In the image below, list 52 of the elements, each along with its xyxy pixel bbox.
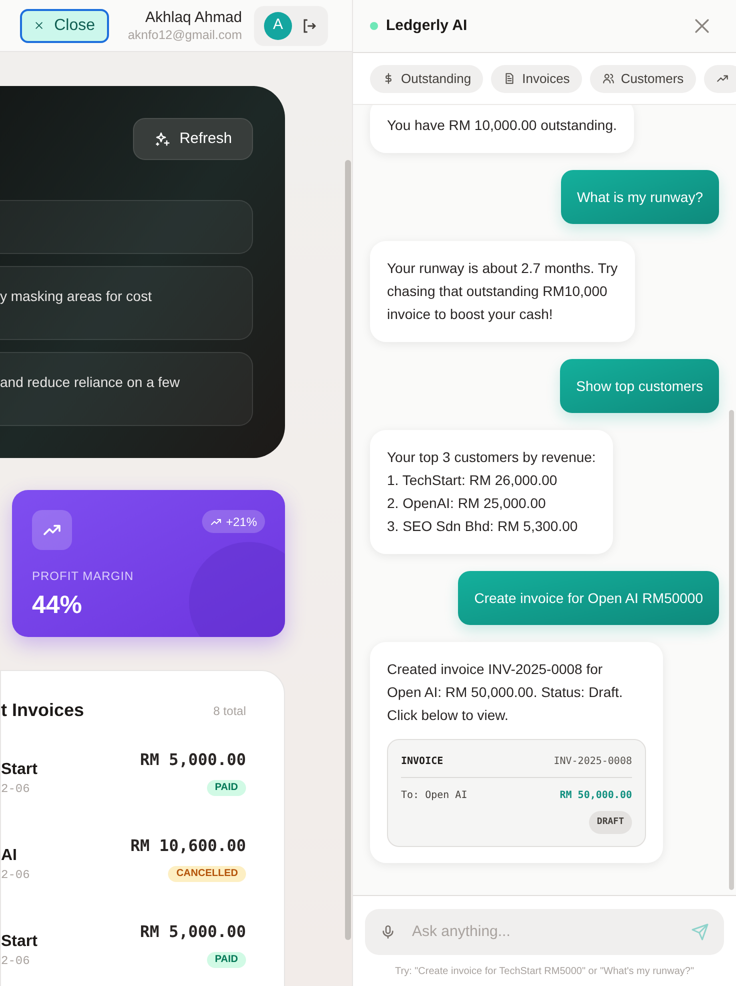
insight-text: y masking areas for cost bbox=[0, 287, 153, 306]
panel-title: Ledgerly AI bbox=[386, 16, 468, 36]
customer-name: Start bbox=[1, 760, 38, 780]
invoice-preview[interactable]: INVOICE INV-2025-0008 To: Open AI RM 50,000.00 DRAFT bbox=[387, 739, 646, 847]
metric-label: PROFIT MARGIN bbox=[32, 568, 135, 585]
status-badge: PAID bbox=[206, 780, 246, 796]
chat-input[interactable]: Ask anything... bbox=[365, 909, 724, 955]
microphone-icon[interactable] bbox=[380, 923, 396, 941]
invoice-date: 2-06 bbox=[1, 781, 31, 798]
invoice-date: 2-06 bbox=[1, 953, 31, 970]
user-name: Akhlaq Ahmad bbox=[145, 8, 242, 26]
people-icon bbox=[602, 72, 615, 85]
invoice-date: 2-06 bbox=[1, 867, 30, 884]
assistant-message: Your runway is about 2.7 months. Try chasing that outstanding RM10,000 invoice to boost your cash! bbox=[370, 241, 635, 342]
invoice-amount: RM 50,000.00 bbox=[560, 789, 632, 803]
hint-text: Try: "Create invoice for TechStart RM5000" or "What's my runway?" bbox=[395, 965, 694, 979]
refresh-button[interactable]: Refresh bbox=[133, 118, 253, 160]
status-badge: DRAFT bbox=[588, 811, 632, 834]
invoice-amount: RM 5,000.00 bbox=[140, 921, 246, 943]
change-badge: +21% bbox=[202, 510, 265, 533]
message-input[interactable]: Ask anything... bbox=[412, 920, 691, 944]
metric-value: 44% bbox=[32, 590, 84, 621]
invoice-number: INV-2025-0008 bbox=[554, 755, 632, 769]
close-button[interactable]: Close bbox=[20, 8, 109, 42]
document-icon bbox=[503, 72, 516, 85]
invoice-recipient: To: Open AI bbox=[401, 789, 468, 803]
card-title: t Invoices bbox=[1, 699, 84, 722]
sparkle-icon bbox=[154, 130, 172, 148]
customer-name: Start bbox=[1, 932, 38, 952]
scrollbar-thumb[interactable] bbox=[345, 160, 351, 940]
assistant-message: You have RM 10,000.00 outstanding. bbox=[370, 105, 634, 153]
customer-name: AI bbox=[1, 846, 18, 866]
user-message: What is my runway? bbox=[560, 170, 719, 224]
invoice-count: 8 total bbox=[213, 702, 246, 720]
invoice-amount: RM 10,600.00 bbox=[130, 835, 246, 857]
status-badge: PAID bbox=[206, 952, 246, 968]
insight-text: and reduce reliance on a few bbox=[0, 373, 181, 392]
user-email: aknfo12@gmail.com bbox=[128, 26, 242, 42]
quick-action-chip[interactable] bbox=[704, 64, 736, 92]
assistant-message: Created invoice INV-2025-0008 for Open AI: RM 50,000.00. Status: Draft. Click below to view. bbox=[387, 660, 624, 725]
user-message: Create invoice for Open AI RM50000 bbox=[458, 571, 719, 625]
user-message: Show top customers bbox=[560, 359, 719, 413]
avatar: A bbox=[264, 12, 292, 40]
quick-action-chip[interactable]: Invoices bbox=[491, 64, 582, 92]
quick-action-chip[interactable]: Outstanding bbox=[370, 64, 484, 92]
status-badge: CANCELLED bbox=[168, 866, 246, 882]
assistant-message: Your top 3 customers by revenue: 1. TechStart: RM 26,000.00 2. OpenAI: RM 25,000.00 3. SEO Sdn Bhd: RM 5,300.00 bbox=[370, 430, 613, 554]
scrollbar-thumb[interactable] bbox=[729, 410, 734, 890]
quick-action-chip[interactable]: Customers bbox=[590, 64, 696, 92]
invoice-amount: RM 5,000.00 bbox=[140, 749, 246, 771]
invoice-heading: INVOICE bbox=[401, 755, 444, 769]
close-icon[interactable] bbox=[694, 18, 710, 34]
